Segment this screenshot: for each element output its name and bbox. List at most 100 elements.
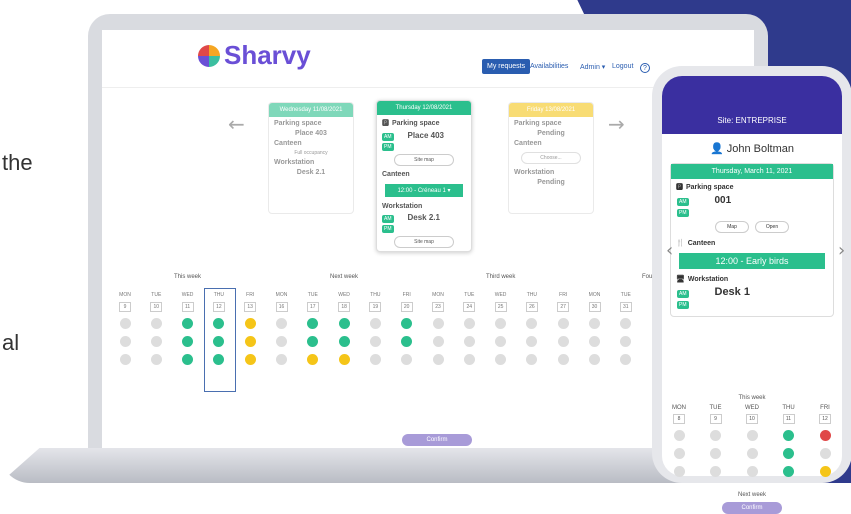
phone-day-card[interactable]: Thursday, March 11, 2021 🅿 Parking space … — [670, 163, 834, 317]
phone-left-arrow-icon[interactable]: ‹ — [666, 240, 673, 261]
canteen-status-icon[interactable] — [463, 336, 475, 347]
parking-status-icon[interactable] — [710, 430, 721, 441]
day-column[interactable]: FRI 13 — [241, 292, 259, 372]
canteen-status-icon[interactable] — [432, 336, 444, 347]
parking-status-icon[interactable] — [276, 318, 287, 329]
day-column[interactable]: WED 18 — [335, 292, 353, 372]
day-column[interactable]: MON 9 — [116, 292, 134, 372]
canteen-status-icon[interactable] — [495, 336, 507, 347]
parking-status-icon[interactable] — [673, 430, 685, 441]
workstation-status-icon[interactable] — [369, 354, 381, 365]
workstation-status-icon[interactable] — [150, 354, 162, 365]
day-column[interactable]: TUE 10 — [147, 292, 165, 372]
workstation-status-icon[interactable] — [819, 466, 831, 477]
workstation-status-icon[interactable] — [182, 354, 194, 365]
canteen-slot-select[interactable]: 12:00 - Créneau 1 ▾ — [385, 184, 463, 197]
parking-status-icon[interactable] — [819, 430, 831, 441]
workstation-status-icon[interactable] — [338, 354, 350, 365]
map-button[interactable]: Map — [715, 221, 749, 233]
canteen-status-icon[interactable] — [746, 448, 758, 459]
canteen-status-icon[interactable] — [710, 448, 721, 459]
parking-status-icon[interactable] — [495, 318, 507, 329]
parking-status-icon[interactable] — [244, 318, 256, 329]
canteen-status-icon[interactable] — [526, 336, 538, 347]
day-column[interactable]: WED 25 — [492, 292, 510, 372]
site-map-button[interactable]: Site map — [394, 154, 454, 166]
workstation-status-icon[interactable] — [557, 354, 569, 365]
day-column[interactable]: MON 30 — [586, 292, 604, 372]
day-column[interactable]: TUE 31 — [617, 292, 635, 372]
workstation-status-icon[interactable] — [746, 466, 758, 477]
canteen-status-icon[interactable] — [783, 448, 794, 459]
day-card-left[interactable]: Wednesday 11/08/2021 Parking space Place… — [268, 102, 354, 214]
parking-status-icon[interactable] — [119, 318, 131, 329]
admin-menu[interactable]: Admin ▾ — [580, 63, 605, 71]
parking-status-icon[interactable] — [463, 318, 475, 329]
day-column[interactable]: FRI 20 — [398, 292, 416, 372]
workstation-status-icon[interactable] — [783, 466, 794, 477]
day-column[interactable]: TUE 24 — [460, 292, 478, 372]
canteen-status-icon[interactable] — [369, 336, 381, 347]
workstation-status-icon[interactable] — [119, 354, 131, 365]
canteen-status-icon[interactable] — [620, 336, 632, 347]
phone-confirm-button[interactable]: Confirm — [722, 502, 782, 514]
workstation-status-icon[interactable] — [307, 354, 319, 365]
confirm-button[interactable]: Confirm — [402, 434, 472, 446]
day-column[interactable]: MON 16 — [273, 292, 291, 372]
parking-status-icon[interactable] — [307, 318, 319, 329]
canteen-status-icon[interactable] — [307, 336, 319, 347]
phone-day-column[interactable]: THU 11 — [777, 405, 801, 484]
parking-status-icon[interactable] — [746, 430, 758, 441]
day-column[interactable]: TUE 17 — [304, 292, 322, 372]
canteen-status-icon[interactable] — [673, 448, 685, 459]
availabilities-link[interactable]: Availabilities — [530, 63, 568, 70]
phone-day-column[interactable]: FRI 12 — [813, 405, 837, 484]
site-map-button-2[interactable]: Site map — [394, 236, 454, 248]
parking-status-icon[interactable] — [783, 430, 794, 441]
canteen-status-icon[interactable] — [119, 336, 131, 347]
workstation-status-icon[interactable] — [401, 354, 413, 365]
parking-status-icon[interactable] — [432, 318, 444, 329]
phone-day-column[interactable]: MON 8 — [667, 405, 691, 484]
workstation-status-icon[interactable] — [463, 354, 475, 365]
workstation-status-icon[interactable] — [244, 354, 256, 365]
canteen-slot[interactable]: 12:00 - Early birds — [679, 253, 825, 269]
parking-status-icon[interactable] — [401, 318, 413, 329]
canteen-status-icon[interactable] — [819, 448, 831, 459]
day-card-right[interactable]: Friday 13/08/2021 Parking space Pending … — [508, 102, 594, 214]
phone-day-column[interactable]: WED 10 — [740, 405, 764, 484]
parking-status-icon[interactable] — [557, 318, 569, 329]
logout-link[interactable]: Logout — [612, 63, 633, 70]
phone-day-column[interactable]: TUE 9 — [704, 405, 728, 484]
open-button[interactable]: Open — [755, 221, 789, 233]
canteen-status-icon[interactable] — [401, 336, 413, 347]
day-column[interactable]: THU 26 — [523, 292, 541, 372]
parking-status-icon[interactable] — [589, 318, 600, 329]
day-card-center[interactable]: Thursday 12/08/2021 🅿 Parking space AM Pla… — [376, 100, 472, 252]
day-column[interactable]: MON 23 — [429, 292, 447, 372]
canteen-status-icon[interactable] — [182, 336, 194, 347]
parking-status-icon[interactable] — [150, 318, 162, 329]
canteen-status-icon[interactable] — [338, 336, 350, 347]
day-column[interactable]: THU 19 — [366, 292, 384, 372]
day-column[interactable]: WED 11 — [179, 292, 197, 372]
canteen-status-icon[interactable] — [276, 336, 287, 347]
parking-status-icon[interactable] — [182, 318, 194, 329]
logo[interactable]: Sharvy — [198, 40, 311, 71]
workstation-status-icon[interactable] — [589, 354, 600, 365]
workstation-status-icon[interactable] — [526, 354, 538, 365]
help-icon[interactable]: ? — [640, 63, 650, 73]
my-requests-button[interactable]: My requests — [482, 59, 531, 74]
canteen-status-icon[interactable] — [244, 336, 256, 347]
phone-right-arrow-icon[interactable]: › — [838, 240, 845, 261]
parking-status-icon[interactable] — [526, 318, 538, 329]
arrow-left-icon[interactable]: ← — [228, 112, 245, 136]
workstation-status-icon[interactable] — [495, 354, 507, 365]
arrow-right-icon[interactable]: → — [608, 112, 625, 136]
workstation-status-icon[interactable] — [710, 466, 721, 477]
workstation-status-icon[interactable] — [620, 354, 632, 365]
canteen-status-icon[interactable] — [150, 336, 162, 347]
day-column[interactable]: FRI 27 — [554, 292, 572, 372]
canteen-choose-select[interactable]: Choose... — [521, 152, 581, 164]
canteen-status-icon[interactable] — [557, 336, 569, 347]
